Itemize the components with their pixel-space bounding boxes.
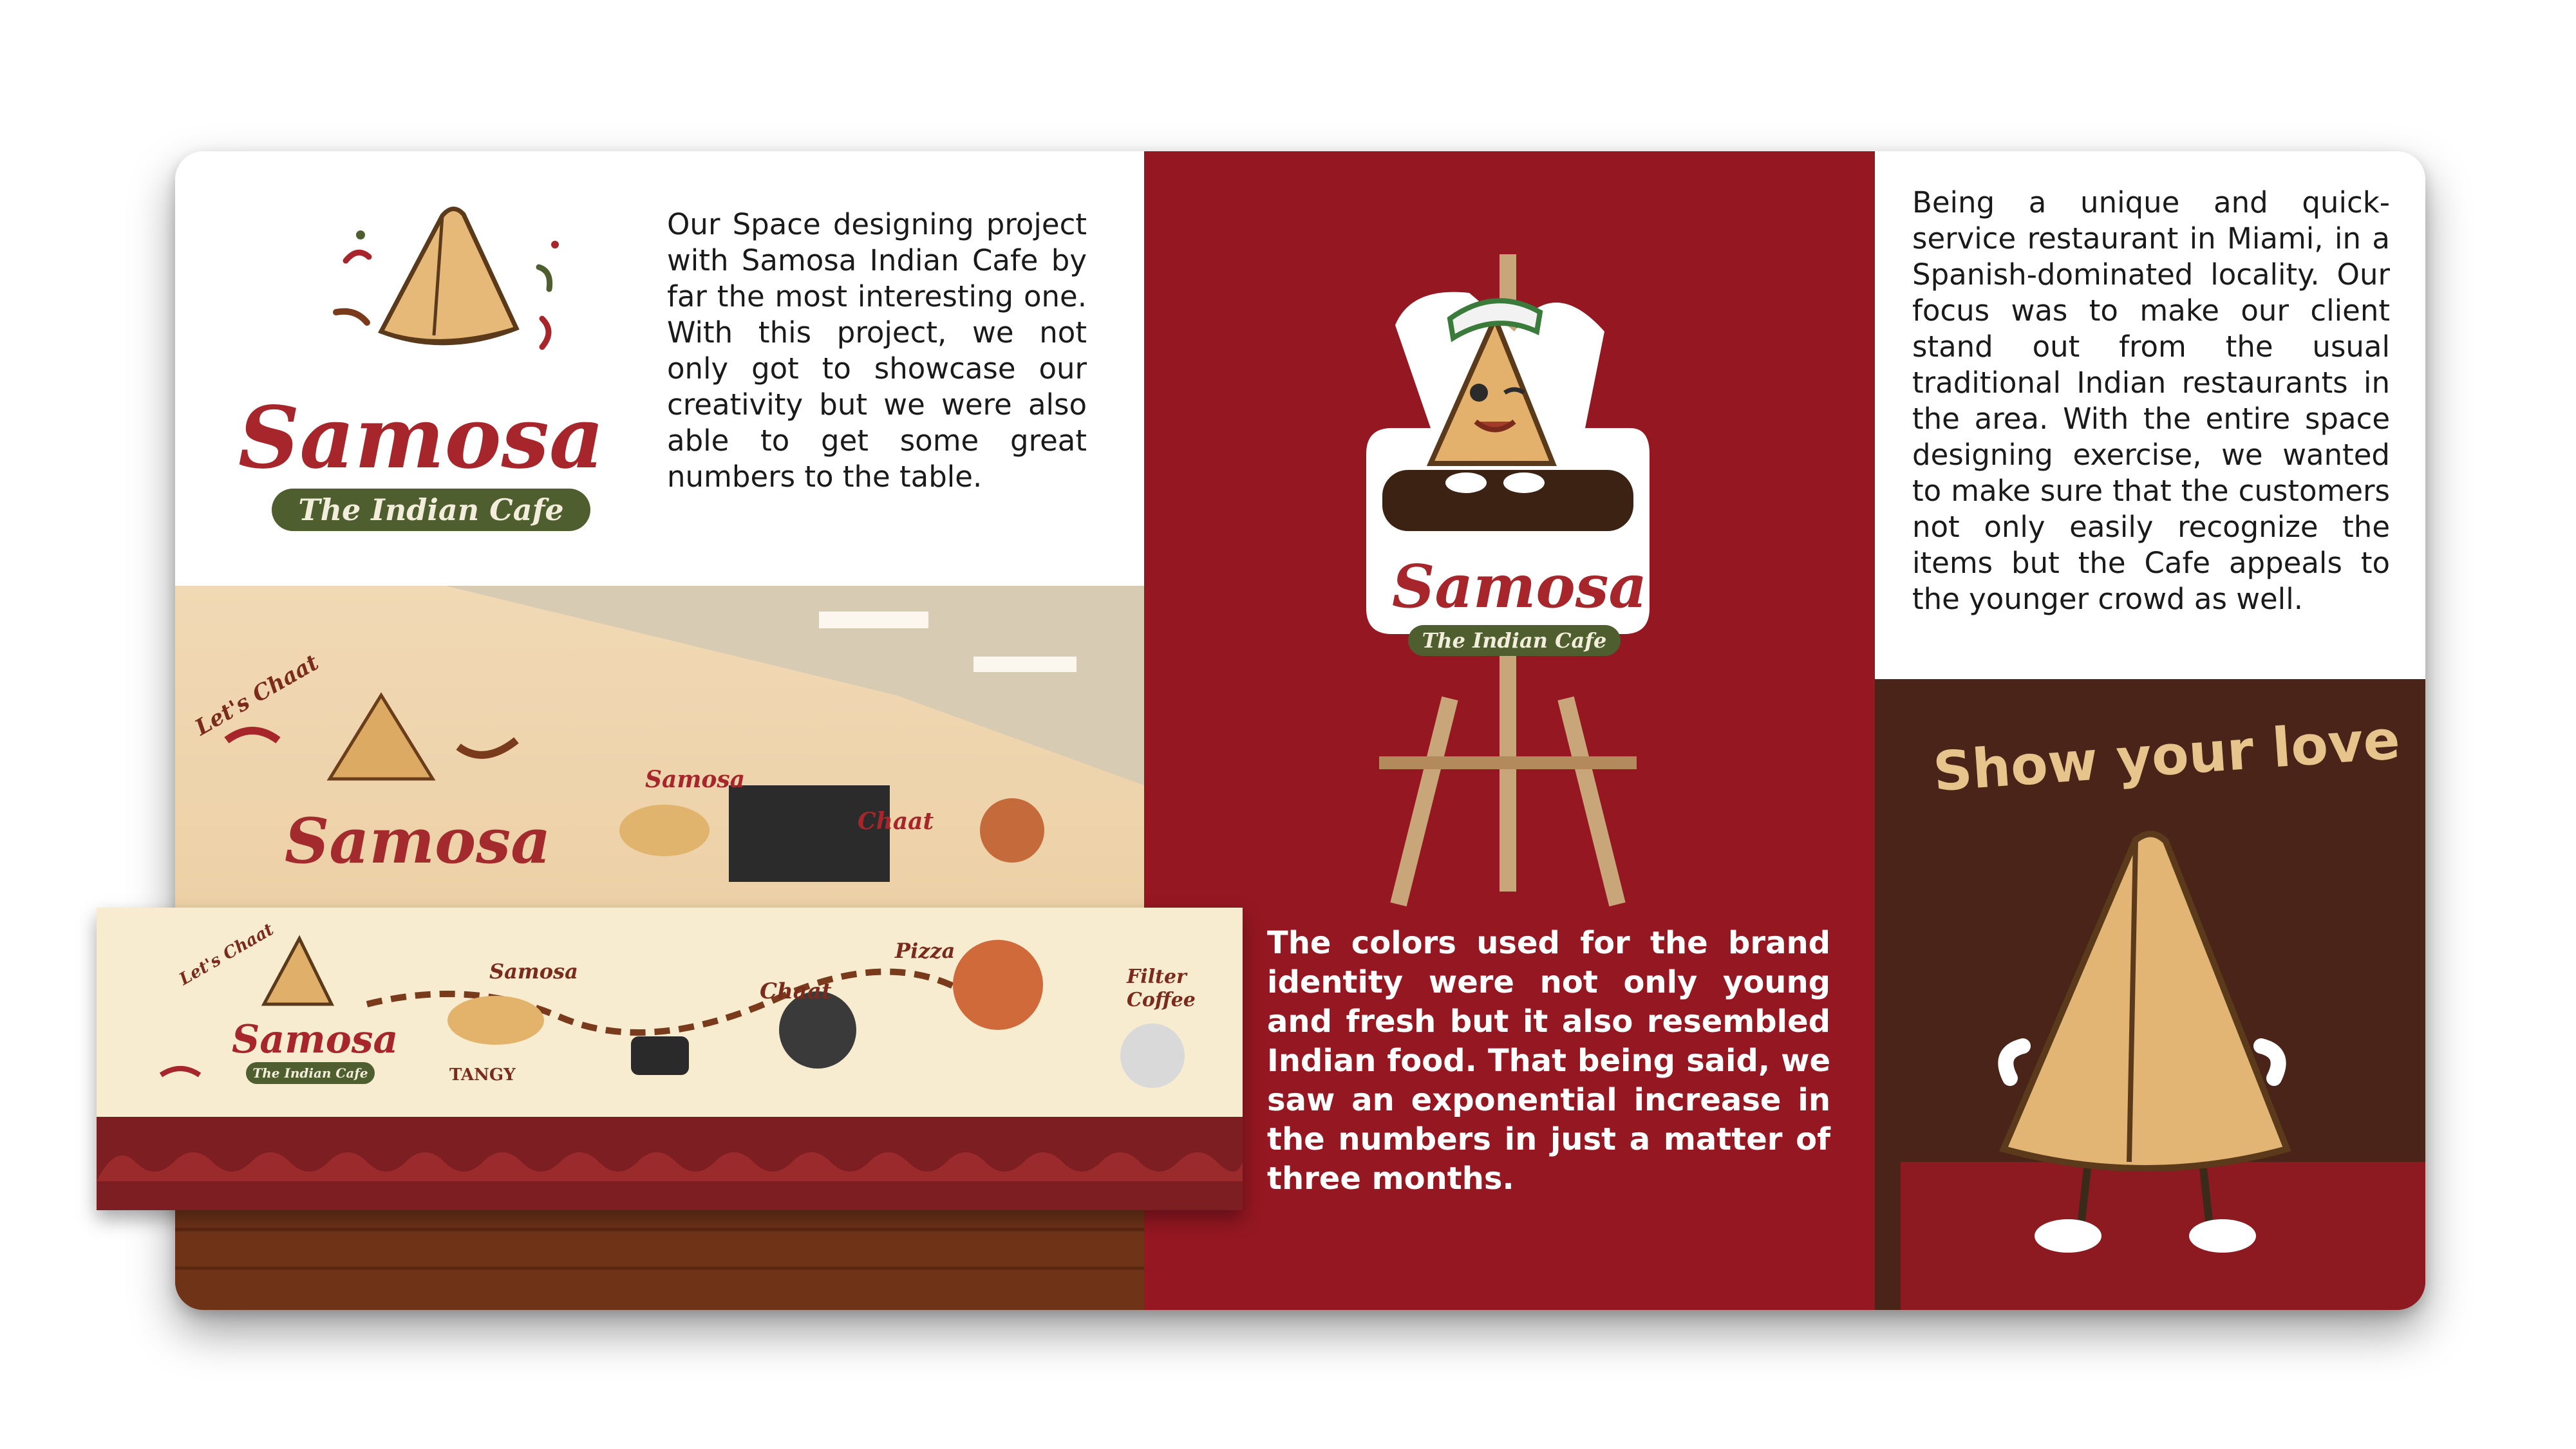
mural-banner-scallop bbox=[97, 1152, 1243, 1181]
banner-label-pizza: Pizza bbox=[895, 939, 955, 963]
logo-panel: Samosa The Indian Cafe Our Space designi… bbox=[175, 151, 1144, 586]
mural-wordmark: Samosa bbox=[285, 805, 551, 877]
brand-wordmark: Samosa bbox=[238, 388, 605, 488]
focus-paragraph: Being a unique and quick-service restaur… bbox=[1912, 185, 2390, 616]
sign-wordmark: Samosa bbox=[1392, 552, 1648, 621]
banner-label-samosa: Samosa bbox=[489, 959, 578, 984]
banner-tagline: The Indian Cafe bbox=[246, 1062, 375, 1084]
mural-label-chaat: Chaat bbox=[858, 808, 934, 835]
intro-paragraph: Our Space designing project with Samosa … bbox=[667, 207, 1087, 494]
banner-wordmark: Samosa bbox=[232, 1017, 399, 1062]
mural-banner: Let's Chaat Samosa The Indian Cafe Samos… bbox=[97, 908, 1243, 1210]
brand-colors-paragraph: The colors used for the brand identity w… bbox=[1267, 925, 1830, 1197]
banner-label-chaat: Chaat bbox=[760, 978, 832, 1004]
samosa-mascot-illustration bbox=[1901, 830, 2425, 1310]
mural-label-samosa: Samosa bbox=[645, 766, 746, 793]
show-your-love-heading: Show your love bbox=[1931, 707, 2402, 804]
show-your-love-panel: Show your love bbox=[1875, 679, 2425, 1310]
samosa-logo-illustration bbox=[333, 207, 559, 350]
focus-text-panel: Being a unique and quick-service restaur… bbox=[1875, 151, 2425, 679]
banner-sticker-tangy: TANGY bbox=[449, 1065, 516, 1085]
mural-banner-strip: Let's Chaat Samosa The Indian Cafe Samos… bbox=[97, 908, 1243, 1117]
sign-tagline: The Indian Cafe bbox=[1408, 625, 1621, 656]
banner-label-filter-coffee: Filter Coffee bbox=[1127, 966, 1196, 1011]
brand-tagline: The Indian Cafe bbox=[272, 489, 590, 531]
